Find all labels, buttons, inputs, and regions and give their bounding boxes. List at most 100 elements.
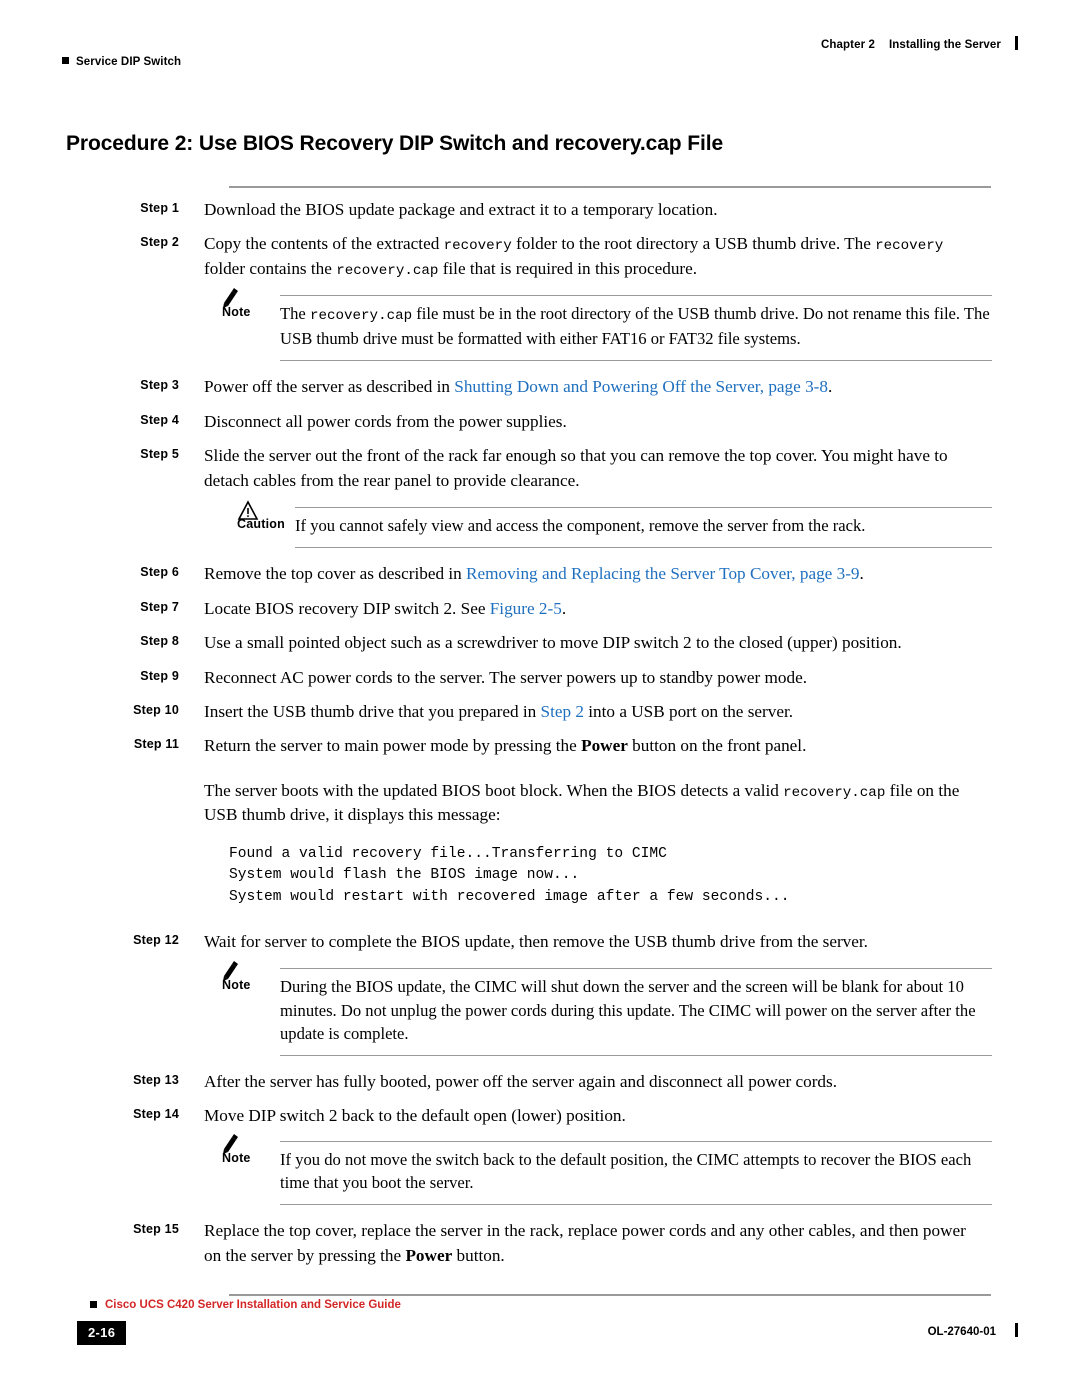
step-text: Remove the top cover as described in Rem…	[204, 562, 966, 586]
step-text-content: Download the BIOS update package and ext…	[204, 200, 718, 219]
step-text-content: Locate BIOS recovery DIP switch 2. See	[204, 598, 490, 618]
step-row: Step 5 Slide the server out the front of…	[62, 444, 1018, 493]
note-body: Note During the BIOS update, the CIMC wi…	[62, 975, 1018, 1045]
note-body: Note If you do not move the switch back …	[62, 1148, 1018, 1194]
step-label: Step 9	[140, 668, 179, 683]
footer-document-id: OL-27640-01	[927, 1326, 996, 1338]
step-text-content: .	[827, 377, 833, 397]
inline-code: recovery.cap	[336, 262, 439, 279]
step-text: Return the server to main power mode by …	[204, 734, 966, 758]
step-text: Reconnect AC power cords to the server. …	[204, 666, 966, 690]
note-bottom-divider	[280, 1204, 992, 1206]
step-label: Step 8	[140, 634, 179, 649]
page-number: 2-16	[77, 1321, 127, 1345]
step-row: Step 13 After the server has fully boote…	[62, 1070, 1018, 1094]
step-text-content: Move DIP switch 2 back to the default op…	[204, 1106, 626, 1126]
step-text-content: .	[859, 564, 864, 584]
header-section-label: Service DIP Switch	[62, 56, 181, 68]
step-text: Copy the contents of the extracted recov…	[204, 232, 966, 281]
step-row: Step 10 Insert the USB thumb drive that …	[62, 700, 1018, 724]
step-label: Step 6	[140, 565, 179, 580]
step-text-content: Copy the contents of the extracted	[204, 234, 444, 254]
step-text-content: Insert the USB thumb drive that you prep…	[204, 701, 541, 721]
step-row: Step 14 Move DIP switch 2 back to the de…	[62, 1104, 1018, 1128]
bold-term: Power	[581, 736, 628, 756]
step-text: Replace the top cover, replace the serve…	[204, 1219, 966, 1268]
step-row: Step 11 Return the server to main power …	[62, 734, 1018, 758]
note-pencil-icon	[222, 1133, 256, 1157]
figure-reference-link[interactable]: Figure 2-5	[490, 599, 562, 618]
step-label: Step 14	[133, 1107, 179, 1122]
step-text: Download the BIOS update package and ext…	[204, 198, 966, 222]
step-text-content: After the server has fully booted, power…	[204, 1072, 838, 1092]
step-reference-link[interactable]: Step 2	[541, 702, 584, 721]
step-text-content: Power off the server as described in	[204, 377, 455, 397]
step-label: Step 4	[140, 412, 179, 427]
note-pencil-icon	[222, 960, 256, 984]
step-row: Step 8 Use a small pointed object such a…	[62, 631, 1018, 655]
note-bottom-divider	[280, 360, 992, 362]
step-label: Step 12	[133, 932, 179, 947]
document-body: Step 1 Download the BIOS update package …	[62, 186, 1018, 1297]
continuation-text-content: The server boots with the updated BIOS b…	[204, 780, 784, 800]
step-text-content: Disconnect all power cords from the powe…	[204, 411, 567, 431]
step-text-content: Reconnect AC power cords to the server. …	[204, 667, 807, 687]
bold-term: Power	[405, 1245, 453, 1265]
footer-rule-mark	[1015, 1323, 1018, 1337]
step-text-content: Use a small pointed object such as a scr…	[204, 633, 902, 653]
note-admonition: Note If you do not move the switch back …	[62, 1133, 1018, 1206]
note-top-divider	[280, 1140, 992, 1142]
step-continuation: The server boots with the updated BIOS b…	[62, 779, 1018, 828]
top-divider	[229, 186, 991, 188]
step-text: Wait for server to complete the BIOS upd…	[204, 930, 966, 954]
page-header: Service DIP Switch Chapter 2 Installing t…	[62, 36, 1018, 72]
step-text: Power off the server as described in Shu…	[204, 375, 966, 399]
step-row: Step 9 Reconnect AC power cords to the s…	[62, 666, 1018, 690]
cross-reference-link[interactable]: Removing and Replacing the Server Top Co…	[466, 564, 859, 583]
inline-code: recovery	[443, 238, 512, 255]
step-text: Locate BIOS recovery DIP switch 2. See F…	[204, 597, 966, 621]
caution-triangle-icon	[237, 499, 271, 523]
note-pencil-icon	[222, 287, 256, 311]
step-row: Step 4 Disconnect all power cords from t…	[62, 410, 1018, 434]
step-text-content: Replace the top cover, replace the serve…	[204, 1221, 966, 1265]
header-chapter-title: Installing the Server	[888, 39, 1001, 51]
note-text: The recovery.cap file must be in the roo…	[280, 302, 992, 350]
note-admonition: Note During the BIOS update, the CIMC wi…	[62, 961, 1018, 1057]
step-row: Step 6 Remove the top cover as described…	[62, 562, 1018, 586]
step-row: Step 12 Wait for server to complete the …	[62, 930, 1018, 954]
inline-code: recovery.cap	[309, 308, 413, 325]
step-text-content: Return the server to main power mode by …	[204, 736, 582, 756]
console-output-block: Found a valid recovery file...Transferri…	[229, 845, 790, 905]
header-chapter-number: Chapter 2	[821, 39, 875, 51]
step-label: Step 11	[133, 737, 179, 752]
step-text: Move DIP switch 2 back to the default op…	[204, 1104, 966, 1128]
step-row: Step 3 Power off the server as described…	[62, 375, 1018, 399]
caution-text: If you cannot safely view and access the…	[295, 516, 866, 536]
caution-admonition: Caution If you cannot safely view and ac…	[62, 500, 1018, 549]
step-label: Step 13	[133, 1073, 179, 1088]
step-text: Insert the USB thumb drive that you prep…	[204, 700, 966, 724]
caution-bottom-divider	[295, 547, 992, 549]
square-bullet-icon	[62, 57, 69, 64]
step-text: Slide the server out the front of the ra…	[204, 444, 966, 493]
step-text-content: folder contains the	[204, 258, 337, 278]
step-text-content: Remove the top cover as described in	[204, 564, 467, 584]
note-admonition: Note The recovery.cap file must be in th…	[62, 288, 1018, 362]
page-footer: Cisco UCS C420 Server Installation and S…	[62, 1299, 1018, 1359]
step-row: Step 7 Locate BIOS recovery DIP switch 2…	[62, 597, 1018, 621]
step-text-content: into a USB port on the server.	[583, 701, 794, 721]
inline-code: recovery.cap	[783, 784, 886, 801]
step-label: Step 2	[140, 235, 179, 250]
step-text-content: button.	[452, 1245, 505, 1265]
footer-guide-title: Cisco UCS C420 Server Installation and S…	[105, 1299, 401, 1311]
step-label: Step 10	[133, 702, 179, 717]
indent-spacer	[62, 779, 204, 828]
step-label: Step 7	[140, 599, 179, 614]
footer-square-bullet-icon	[90, 1301, 97, 1308]
step-label: Step 3	[140, 378, 179, 393]
page-title: Procedure 2: Use BIOS Recovery DIP Switc…	[66, 132, 724, 155]
inline-code: recovery	[875, 238, 944, 255]
cross-reference-link[interactable]: Shutting Down and Powering Off the Serve…	[454, 377, 828, 396]
caution-top-divider	[295, 507, 992, 509]
